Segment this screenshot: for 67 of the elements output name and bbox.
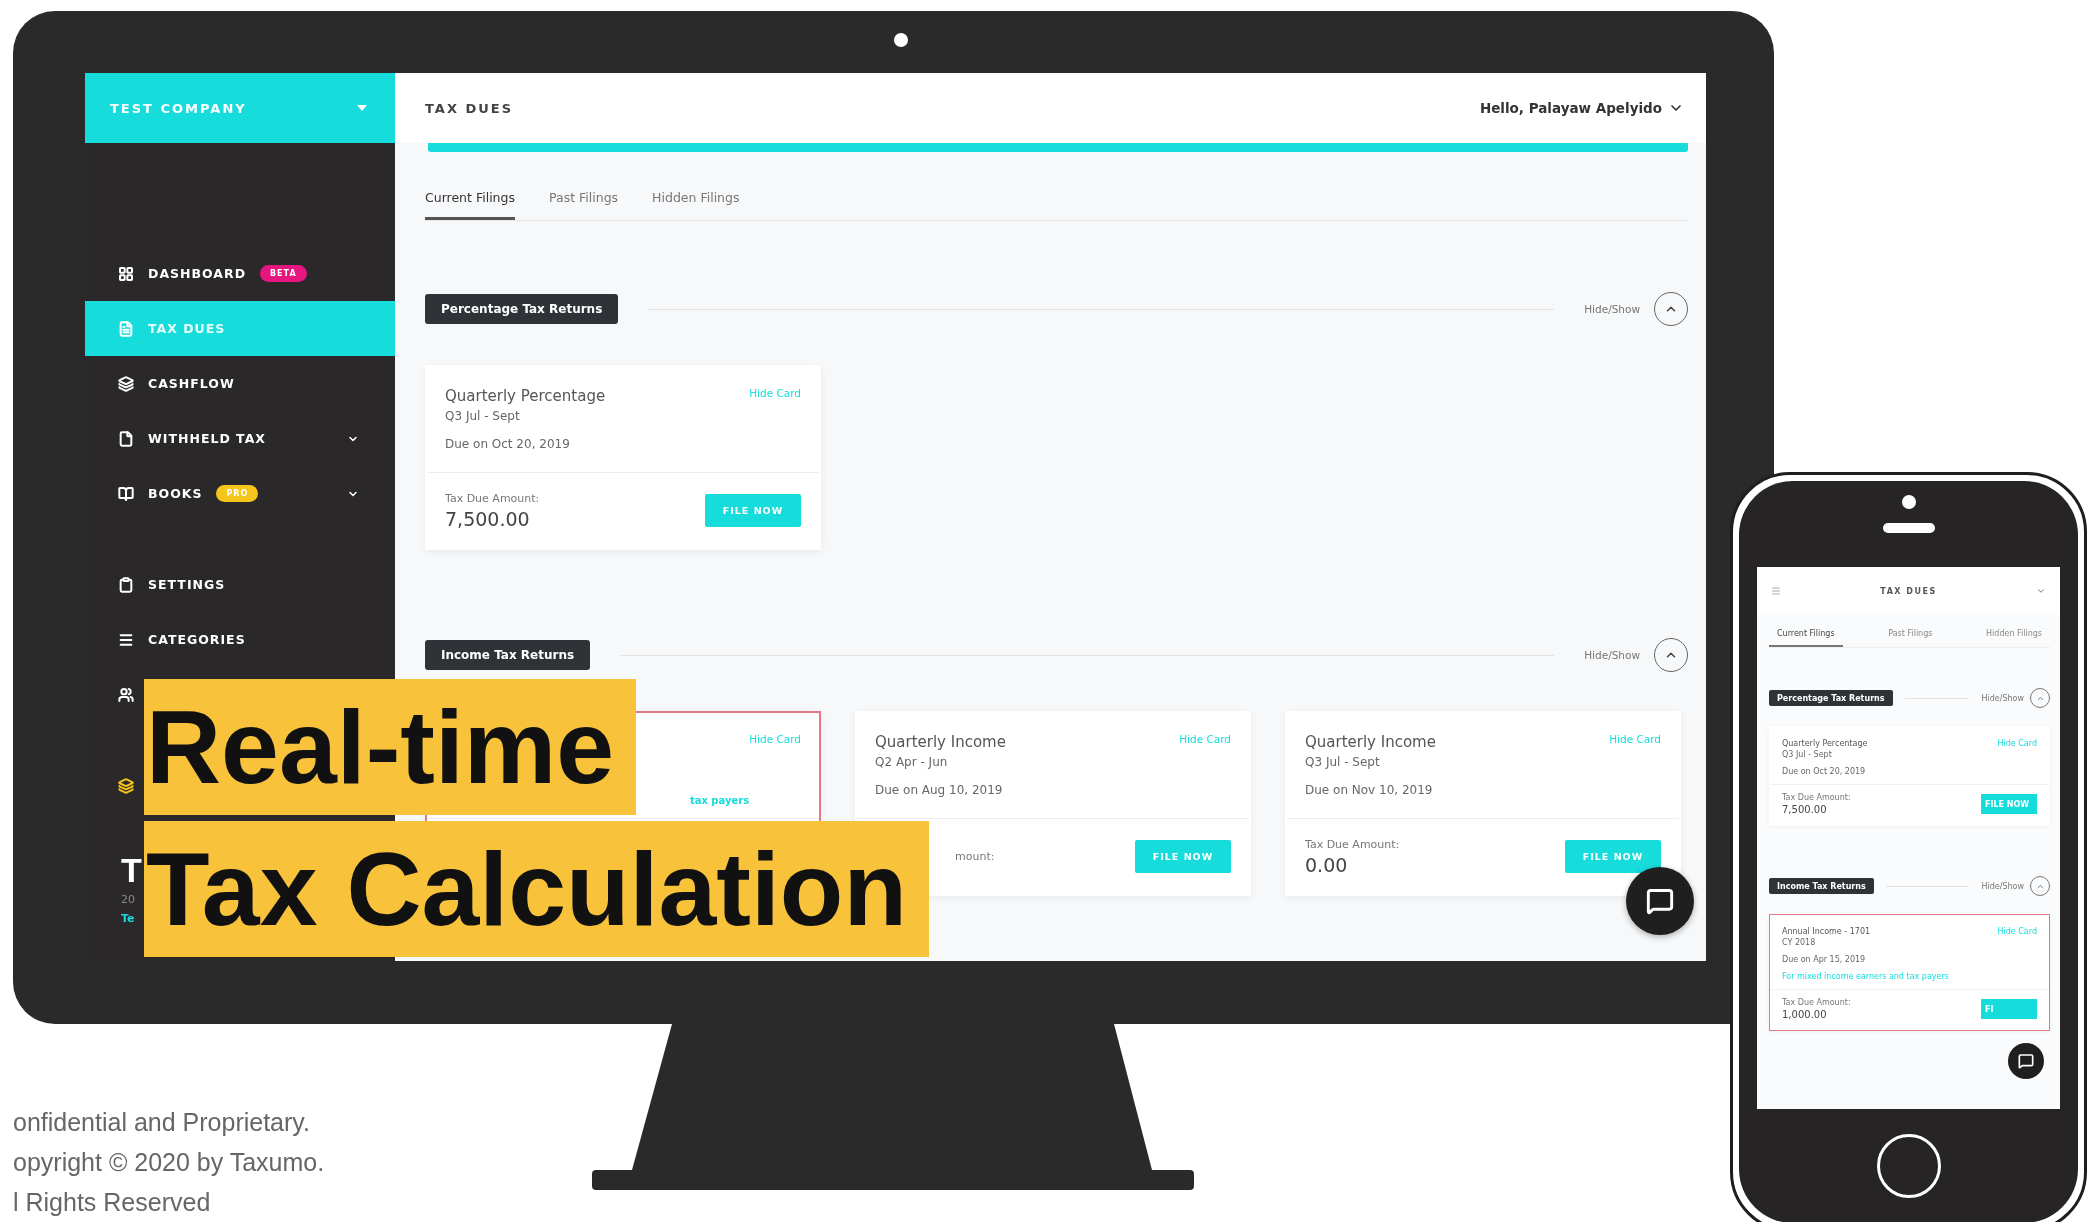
card-title: Quarterly Percentage xyxy=(445,387,607,405)
tax-amount: 7,500.00 xyxy=(1782,804,1828,815)
nav-item[interactable]: WITHHELD TAX xyxy=(85,411,395,466)
nav-item[interactable]: SETTINGS xyxy=(85,557,395,612)
due-date: Due on Oct 20, 2019 xyxy=(1782,767,1867,776)
card-period: Q3 Jul - Sept xyxy=(445,409,521,423)
chat-button[interactable] xyxy=(2008,1043,2044,1079)
section-label: Percentage Tax Returns xyxy=(425,294,619,324)
hide-show-link[interactable]: Hide/Show xyxy=(1981,693,2024,703)
chat-button[interactable] xyxy=(1626,867,1694,935)
nav-badge: PRO xyxy=(216,485,259,502)
amount-label: Tax Due Amount: xyxy=(1782,998,1851,1007)
card-title: Annual Income - 1701 xyxy=(1782,927,1872,936)
nav-badge: BETA xyxy=(260,265,307,282)
section-label: Income Tax Returns xyxy=(425,640,591,670)
amount-label: Tax Due Amount: xyxy=(1305,837,1400,851)
section-label: Percentage Tax Returns xyxy=(1769,690,1893,706)
home-button[interactable] xyxy=(1876,1134,1941,1198)
due-date: Due on Apr 15, 2019 xyxy=(1782,955,1867,964)
hide-show-link[interactable]: Hide/Show xyxy=(1584,649,1640,661)
nav-item[interactable]: DASHBOARD BETA xyxy=(85,246,395,301)
hide-show-link[interactable]: Hide/Show xyxy=(1584,303,1640,315)
due-date: Due on Nov 10, 2019 xyxy=(1305,783,1434,797)
nav-item[interactable]: BOOKS PRO xyxy=(85,466,395,521)
card-period: Q3 Jul - Sept xyxy=(1782,750,1833,759)
card-period: Q3 Jul - Sept xyxy=(1305,755,1381,769)
filing-tab[interactable]: Past Filings xyxy=(549,190,619,220)
legal-text: l Rights Reserved xyxy=(13,1187,212,1218)
amount-label: Tax Due Amount: xyxy=(445,491,540,505)
headline-banner: Real-time xyxy=(144,679,637,815)
due-date: Due on Aug 10, 2019 xyxy=(875,783,1004,797)
page-title: TAX DUES xyxy=(1880,586,1937,596)
footer-subtitle: 20 xyxy=(121,893,135,906)
chevron-icon[interactable] xyxy=(2036,586,2046,596)
card-period: CY 2018 xyxy=(1782,938,1817,947)
chat-icon xyxy=(1646,887,1674,915)
nav-item[interactable]: CATEGORIES xyxy=(85,612,395,667)
legal-text: opyright © 2020 by Taxumo. xyxy=(13,1147,326,1178)
card-period: Q2 Apr - Jun xyxy=(875,755,949,769)
footer-title: T xyxy=(121,853,142,887)
card-title: Quarterly Income xyxy=(1305,733,1437,751)
page-title: TAX DUES xyxy=(425,100,514,116)
camera-dot xyxy=(893,33,908,47)
footer-link[interactable]: Te xyxy=(121,912,135,925)
filing-tab[interactable]: Current Filings xyxy=(425,190,515,220)
chat-icon xyxy=(2018,1053,2034,1069)
card-title: Quarterly Percentage xyxy=(1782,739,1868,748)
headline-banner: Tax Calculation xyxy=(144,821,929,957)
filing-tab[interactable]: Past Filings xyxy=(1880,629,1941,647)
filing-tab[interactable]: Hidden Filings xyxy=(1978,629,2050,647)
tax-amount: 1,000.00 xyxy=(1782,1009,1828,1020)
tax-amount: 7,500.00 xyxy=(445,507,531,530)
section-label: Income Tax Returns xyxy=(1769,878,1874,894)
legal-text: onfidential and Proprietary. xyxy=(13,1107,311,1138)
nav-item[interactable]: CASHFLOW xyxy=(85,356,395,411)
filing-tab[interactable]: Current Filings xyxy=(1769,629,1843,647)
hide-show-link[interactable]: Hide/Show xyxy=(1981,881,2024,891)
amount-label: mount: xyxy=(955,850,995,863)
user-menu[interactable]: Hello, Palayaw Apelyido xyxy=(1479,100,1684,116)
filing-tab[interactable]: Hidden Filings xyxy=(652,190,740,220)
card-title: Quarterly Income xyxy=(875,733,1007,751)
amount-label: Tax Due Amount: xyxy=(1782,793,1851,802)
tax-amount: 0.00 xyxy=(1305,853,1349,876)
speaker-slot xyxy=(1882,523,1935,533)
due-date: Due on Oct 20, 2019 xyxy=(445,437,571,451)
camera-dot xyxy=(1901,495,1916,509)
caret-icon xyxy=(357,105,367,111)
